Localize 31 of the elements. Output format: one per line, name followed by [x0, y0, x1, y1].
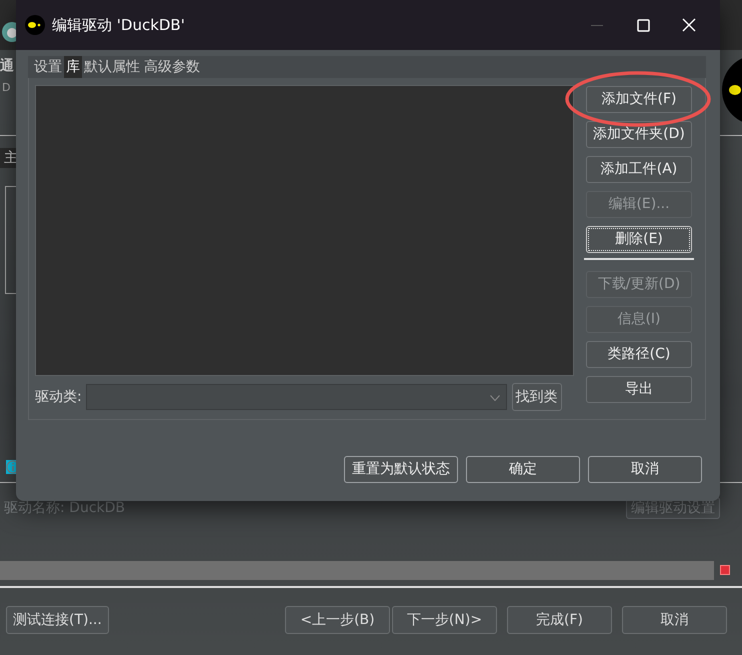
action-button[interactable]: 添加文件(F) — [586, 86, 692, 113]
driver-class-label: 驱动类: — [35, 388, 82, 406]
action-button[interactable]: 添加文件夹(D) — [586, 121, 692, 148]
dialog-button[interactable]: 取消 — [588, 456, 702, 483]
tab[interactable]: 设置 — [32, 56, 64, 78]
tab[interactable]: 库 — [64, 56, 82, 78]
stop-icon[interactable] — [720, 565, 730, 575]
page-description: D — [2, 81, 10, 94]
tab[interactable]: 高级参数 — [142, 56, 202, 78]
maximize-button[interactable] — [636, 18, 650, 32]
dialog-button[interactable]: 重置为默认状态 — [344, 456, 458, 483]
wizard-button[interactable]: 下一步(N)> — [392, 606, 497, 634]
wizard-button[interactable]: 完成(F) — [507, 606, 612, 634]
page-heading: 通 — [0, 57, 14, 76]
action-button[interactable]: 导出 — [586, 376, 692, 403]
minimize-button[interactable] — [591, 24, 603, 26]
chevron-down-icon — [490, 395, 500, 401]
action-button[interactable]: 添加工件(A) — [586, 156, 692, 183]
tab[interactable]: 默认属性 — [82, 56, 142, 78]
driver-class-dropdown[interactable] — [86, 384, 507, 410]
wizard-button[interactable]: 取消 — [622, 606, 727, 634]
wizard-button[interactable]: <上一步(B) — [285, 606, 390, 634]
dialog-button[interactable]: 确定 — [466, 456, 580, 483]
wizard-button[interactable]: 测试连接(T)... — [6, 606, 109, 634]
duck-logo-icon — [24, 14, 46, 36]
window-title: 编辑驱动 'DuckDB' — [52, 14, 185, 36]
tab[interactable]: 主 — [4, 150, 18, 166]
action-button[interactable]: 类路径(C) — [586, 341, 692, 368]
find-class-button[interactable]: 找到类 — [512, 383, 562, 411]
action-button[interactable]: 删除(E) — [586, 226, 692, 253]
close-button[interactable] — [682, 18, 696, 32]
